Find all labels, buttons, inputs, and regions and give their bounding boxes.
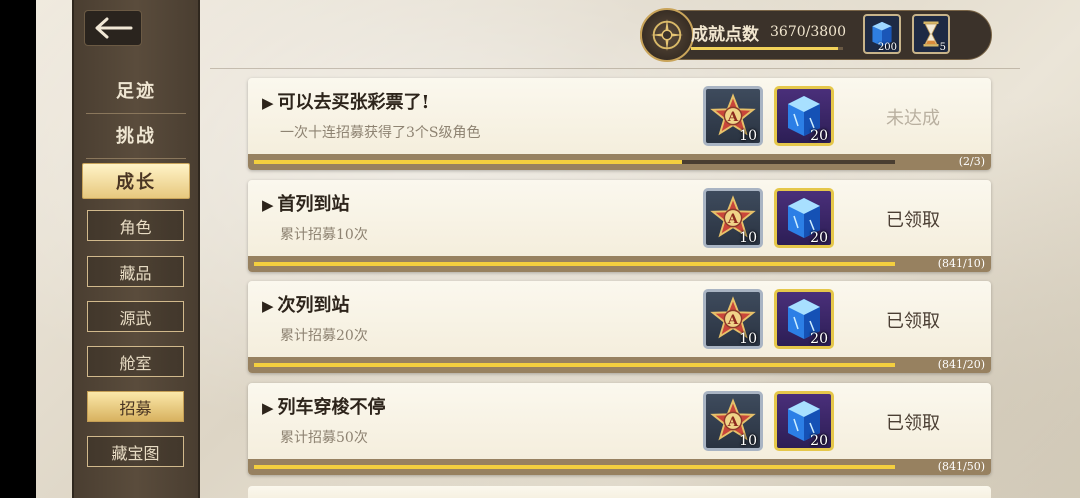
achievement-status: 未达成 bbox=[886, 108, 940, 129]
reward-crystal[interactable]: 20 bbox=[774, 86, 834, 146]
reward-count: 20 bbox=[810, 433, 828, 449]
nav-tab-challenge[interactable]: 挑战 bbox=[82, 117, 190, 153]
progress-track bbox=[254, 363, 895, 367]
achievement-card[interactable]: ▶ 首列到站累计招募10次 A 10 20 已领取 (841/10) bbox=[248, 180, 991, 272]
sub-tab-weapon[interactable]: 源武 bbox=[87, 301, 184, 332]
triangle-icon: ▶ bbox=[262, 399, 274, 417]
achievement-card[interactable]: ▶ 列车穿梭不停累计招募50次 A 10 20 已领取 (841/50) bbox=[248, 383, 991, 475]
reward-count: 20 bbox=[810, 128, 828, 144]
progress-text: (841/10) bbox=[937, 257, 985, 270]
progress-text: (2/3) bbox=[958, 155, 985, 168]
achievement-progress-bar: (2/3) bbox=[248, 154, 991, 170]
reward-medal[interactable]: A 10 bbox=[703, 188, 763, 248]
hourglass-resource[interactable]: 5 bbox=[912, 14, 950, 54]
svg-text:A: A bbox=[727, 211, 739, 227]
progress-fill bbox=[254, 465, 895, 469]
progress-fill bbox=[254, 160, 682, 164]
reward-crystal[interactable]: 20 bbox=[774, 289, 834, 349]
achievement-progress bbox=[691, 47, 843, 50]
achievement-title: ▶ 次列到站 bbox=[262, 291, 350, 317]
achievement-desc: 一次十连招募获得了3个S级角色 bbox=[280, 125, 481, 141]
achievement-badge-icon bbox=[640, 8, 694, 62]
reward-count: 10 bbox=[739, 331, 757, 347]
achievement-card[interactable]: ▶ 可以去买张彩票了! 一次十连招募获得了3个S级角色 A 10 20 未达成 (2/3) bbox=[248, 78, 991, 170]
svg-text:A: A bbox=[727, 312, 739, 328]
sub-tab-collection[interactable]: 藏品 bbox=[87, 256, 184, 287]
achievement-status: 已领取 bbox=[886, 413, 940, 434]
achievement-desc: 累计招募50次 bbox=[280, 430, 368, 446]
achievement-label: 成就点数 bbox=[691, 25, 759, 45]
achievement-card[interactable]: ▶ 次列到站累计招募20次 A 10 20 已领取 (841/20) bbox=[248, 281, 991, 373]
achievement-card-partial bbox=[248, 486, 991, 498]
reward-medal[interactable]: A 10 bbox=[703, 289, 763, 349]
achievement-title-text: 列车穿梭不停 bbox=[277, 397, 386, 418]
header-divider bbox=[210, 68, 1020, 69]
reward-medal[interactable]: A 10 bbox=[703, 86, 763, 146]
sub-tab-recruit[interactable]: 招募 bbox=[87, 391, 184, 422]
svg-text:A: A bbox=[727, 109, 739, 125]
crystal-count: 200 bbox=[877, 42, 897, 53]
back-button[interactable] bbox=[84, 10, 142, 46]
achievement-title: ▶ 首列到站 bbox=[262, 190, 350, 216]
triangle-icon: ▶ bbox=[262, 94, 274, 112]
nav-divider bbox=[86, 158, 186, 159]
achievement-title-text: 次列到站 bbox=[277, 295, 350, 316]
reward-count: 20 bbox=[810, 230, 828, 246]
back-arrow-icon bbox=[95, 17, 133, 39]
progress-fill bbox=[254, 262, 895, 266]
achievement-desc: 累计招募10次 bbox=[280, 227, 368, 243]
achievement-title-text: 首列到站 bbox=[277, 194, 350, 215]
nav-tab-growth[interactable]: 成长 bbox=[82, 163, 190, 199]
achievement-desc: 累计招募20次 bbox=[280, 328, 368, 344]
progress-text: (841/20) bbox=[937, 358, 985, 371]
crystal-resource[interactable]: 200 bbox=[863, 14, 901, 54]
reward-count: 10 bbox=[739, 433, 757, 449]
screen-edge bbox=[0, 0, 36, 498]
triangle-icon: ▶ bbox=[262, 196, 274, 214]
reward-crystal[interactable]: 20 bbox=[774, 391, 834, 451]
hourglass-count: 5 bbox=[939, 42, 946, 53]
achievement-status: 已领取 bbox=[886, 311, 940, 332]
achievement-progress-fill bbox=[691, 47, 838, 50]
progress-fill bbox=[254, 363, 895, 367]
reward-count: 10 bbox=[739, 128, 757, 144]
achievement-title: ▶ 列车穿梭不停 bbox=[262, 393, 386, 419]
achievement-title-text: 可以去买张彩票了! bbox=[277, 92, 430, 113]
reward-count: 10 bbox=[739, 230, 757, 246]
reward-count: 20 bbox=[810, 331, 828, 347]
progress-track bbox=[254, 160, 895, 164]
progress-track bbox=[254, 262, 895, 266]
svg-text:A: A bbox=[727, 414, 739, 430]
achievement-value: 3670/3800 bbox=[770, 24, 846, 40]
sub-tab-treasure-map[interactable]: 藏宝图 bbox=[87, 436, 184, 467]
achievement-title: ▶ 可以去买张彩票了! bbox=[262, 88, 429, 114]
progress-track bbox=[254, 465, 895, 469]
progress-text: (841/50) bbox=[937, 460, 985, 473]
reward-medal[interactable]: A 10 bbox=[703, 391, 763, 451]
achievement-progress-bar: (841/10) bbox=[248, 256, 991, 272]
sub-tab-cabin[interactable]: 舱室 bbox=[87, 346, 184, 377]
achievement-progress-bar: (841/20) bbox=[248, 357, 991, 373]
achievement-progress-bar: (841/50) bbox=[248, 459, 991, 475]
nav-divider bbox=[86, 113, 186, 114]
nav-tab-footprint[interactable]: 足迹 bbox=[82, 72, 190, 108]
triangle-icon: ▶ bbox=[262, 297, 274, 315]
sub-tab-character[interactable]: 角色 bbox=[87, 210, 184, 241]
reward-crystal[interactable]: 20 bbox=[774, 188, 834, 248]
achievement-status: 已领取 bbox=[886, 210, 940, 231]
hourglass-icon bbox=[923, 21, 939, 47]
